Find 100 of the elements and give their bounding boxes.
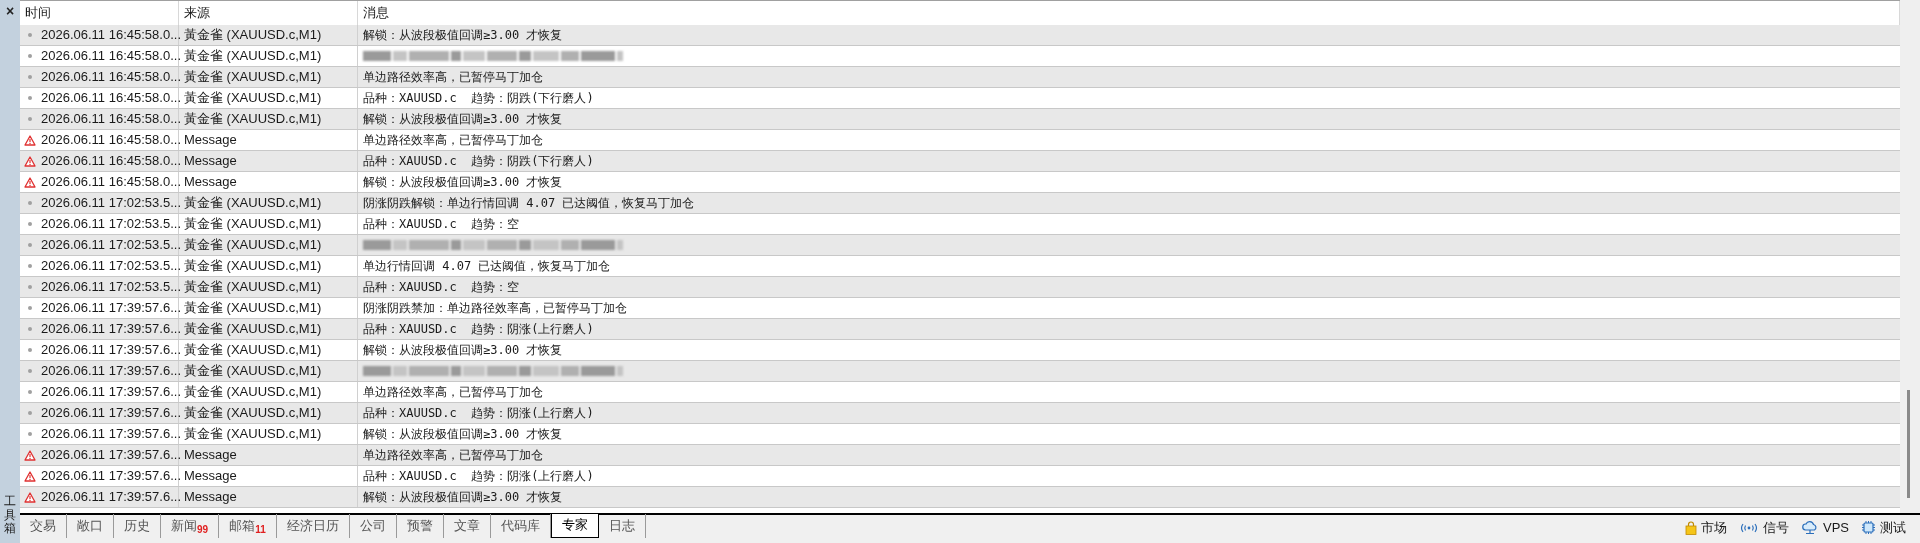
source-cell-text: Message — [184, 467, 237, 486]
log-row[interactable]: 2026.06.11 17:39:57.6... Message 单边路径效率高，已暂停马丁加仓 — [20, 445, 1900, 466]
source-cell-text: 黃金雀 (XAUUSD.c,M1) — [184, 194, 322, 213]
source-cell-text: 黃金雀 (XAUUSD.c,M1) — [184, 299, 322, 318]
log-row[interactable]: 2026.06.11 16:45:58.0... 黃金雀 (XAUUSD.c,M1) 单边路径效率高，已暂停马丁加仓 — [20, 67, 1900, 88]
source-cell-text: 黃金雀 (XAUUSD.c,M1) — [184, 110, 322, 129]
message-cell-text: 品种：XAUUSD.c 趋势：空 — [363, 216, 520, 233]
log-row[interactable]: 2026.06.11 17:02:53.5... 黃金雀 (XAUUSD.c,M1) — [20, 235, 1900, 256]
log-row[interactable]: 2026.06.11 16:45:58.0... Message 解锁：从波段极值回调≥3.00 才恢复 — [20, 172, 1900, 193]
source-cell-text: 黃金雀 (XAUUSD.c,M1) — [184, 47, 322, 66]
count-label: 99 — [197, 525, 209, 535]
log-row[interactable]: 2026.06.11 17:39:57.6... 黃金雀 (XAUUSD.c,M1) 品种：XAUUSD.c 趋势：阴涨(上行磨人) — [20, 403, 1900, 424]
status-button[interactable]: VPS — [1801, 517, 1849, 538]
time-cell-text: 2026.06.11 16:45:58.0... — [41, 173, 181, 192]
time-cell-text: 2026.06.11 16:45:58.0... — [41, 47, 181, 66]
message-cell-text: 品种：XAUUSD.c 趋势：阴跌(下行磨人) — [363, 90, 594, 107]
log-row[interactable]: 2026.06.11 16:45:58.0... Message 品种：XAUUSD.c 趋势：阴跌(下行磨人) — [20, 151, 1900, 172]
warning-icon — [24, 176, 36, 188]
log-row[interactable]: 2026.06.11 17:39:57.6... 黃金雀 (XAUUSD.c,M1) 解锁：从波段极值回调≥3.00 才恢复 — [20, 340, 1900, 361]
source-cell-text: 黃金雀 (XAUUSD.c,M1) — [184, 89, 322, 108]
message-cell-text: 单边路径效率高，已暂停马丁加仓 — [363, 69, 543, 86]
close-button[interactable]: × — [5, 4, 15, 18]
source-cell-text: 黃金雀 (XAUUSD.c,M1) — [184, 320, 322, 339]
source-cell-text: 黃金雀 (XAUUSD.c,M1) — [184, 236, 322, 255]
log-row[interactable]: 2026.06.11 16:45:58.0... 黃金雀 (XAUUSD.c,M1) 解锁：从波段极值回调≥3.00 才恢复 — [20, 109, 1900, 130]
time-cell-text: 2026.06.11 17:39:57.6... — [41, 320, 181, 339]
time-cell-text: 2026.06.11 16:45:58.0... — [41, 152, 181, 171]
source-cell-text: 黃金雀 (XAUUSD.c,M1) — [184, 404, 322, 423]
time-cell-text: 2026.06.11 17:02:53.5... — [41, 278, 181, 297]
log-row[interactable]: 2026.06.11 17:39:57.6... 黃金雀 (XAUUSD.c,M1) 解锁：从波段极值回调≥3.00 才恢复 — [20, 424, 1900, 445]
time-cell-text: 2026.06.11 17:39:57.6... — [41, 299, 181, 318]
message-cell-text: 品种：XAUUSD.c 趋势：阴涨(上行磨人) — [363, 468, 594, 485]
tab[interactable]: 交易 — [20, 514, 67, 538]
message-cell-text: 品种：XAUUSD.c 趋势：阴跌(下行磨人) — [363, 153, 594, 170]
tab[interactable]: 历史 — [114, 514, 161, 538]
source-cell-text: 黃金雀 (XAUUSD.c,M1) — [184, 341, 322, 360]
message-cell-text: 解锁：从波段极值回调≥3.00 才恢复 — [363, 174, 563, 191]
time-cell-text: 2026.06.11 16:45:58.0... — [41, 26, 181, 45]
log-row[interactable]: 2026.06.11 17:39:57.6... Message 解锁：从波段极值回调≥3.00 才恢复 — [20, 487, 1900, 508]
log-row[interactable]: 2026.06.11 17:39:57.6... 黃金雀 (XAUUSD.c,M1) 单边路径效率高，已暂停马丁加仓 — [20, 382, 1900, 403]
tab[interactable]: 日志 — [598, 514, 646, 538]
time-cell-text: 2026.06.11 17:39:57.6... — [41, 383, 181, 402]
message-cell-text: 单边路径效率高，已暂停马丁加仓 — [363, 384, 543, 401]
log-row[interactable]: 2026.06.11 16:45:58.0... Message 单边路径效率高，已暂停马丁加仓 — [20, 130, 1900, 151]
log-row[interactable]: 2026.06.11 16:45:58.0... 黃金雀 (XAUUSD.c,M1) — [20, 46, 1900, 67]
time-cell-text: 2026.06.11 17:39:57.6... — [41, 362, 181, 381]
log-row[interactable]: 2026.06.11 17:02:53.5... 黃金雀 (XAUUSD.c,M1) 品种：XAUUSD.c 趋势：空 — [20, 277, 1900, 298]
time-cell-text: 2026.06.11 16:45:58.0... — [41, 68, 181, 87]
message-cell-text: 解锁：从波段极值回调≥3.00 才恢复 — [363, 426, 563, 443]
message-cell-text: 阴涨阴跌解锁：单边行情回调 4.07 已达阈值，恢复马丁加仓 — [363, 195, 695, 212]
time-cell-text: 2026.06.11 17:39:57.6... — [41, 425, 181, 444]
source-cell-text: 黃金雀 (XAUUSD.c,M1) — [184, 362, 322, 381]
message-cell-text: 品种：XAUUSD.c 趋势：阴涨(上行磨人) — [363, 321, 594, 338]
time-cell-text: 2026.06.11 17:02:53.5... — [41, 236, 181, 255]
message-cell-text: 解锁：从波段极值回调≥3.00 才恢复 — [363, 342, 563, 359]
status-button[interactable]: 测试 — [1861, 517, 1906, 538]
source-cell-text: 黃金雀 (XAUUSD.c,M1) — [184, 257, 322, 276]
tab[interactable]: 敞口 — [67, 514, 114, 538]
log-row[interactable]: 2026.06.11 16:45:58.0... 黃金雀 (XAUUSD.c,M1) 品种：XAUUSD.c 趋势：阴跌(下行磨人) — [20, 88, 1900, 109]
log-row[interactable]: 2026.06.11 17:39:57.6... Message 品种：XAUUSD.c 趋势：阴涨(上行磨人) — [20, 466, 1900, 487]
tab[interactable]: 专家 — [550, 514, 599, 538]
time-cell-text: 2026.06.11 17:39:57.6... — [41, 467, 181, 486]
scrollbar[interactable] — [1900, 0, 1920, 513]
warning-icon — [24, 155, 36, 167]
log-row[interactable]: 2026.06.11 17:02:53.5... 黃金雀 (XAUUSD.c,M1) 阴涨阴跌解锁：单边行情回调 4.07 已达阈值，恢复马丁加仓 — [20, 193, 1900, 214]
source-cell-text: 黃金雀 (XAUUSD.c,M1) — [184, 425, 322, 444]
shopping-bag-icon — [1685, 520, 1697, 535]
warning-icon — [24, 491, 36, 503]
log-row[interactable]: 2026.06.11 17:39:57.6... 黃金雀 (XAUUSD.c,M1) 阴涨阴跌禁加：单边路径效率高，已暂停马丁加仓 — [20, 298, 1900, 319]
message-cell-text: 单边路径效率高，已暂停马丁加仓 — [363, 447, 543, 464]
status-button[interactable]: 信号 — [1739, 517, 1789, 538]
source-cell-text: Message — [184, 152, 237, 171]
source-cell-text: Message — [184, 446, 237, 465]
source-cell-text: Message — [184, 488, 237, 507]
cloud-icon — [1801, 520, 1819, 535]
log-row[interactable]: 2026.06.11 17:39:57.6... 黃金雀 (XAUUSD.c,M1) — [20, 361, 1900, 382]
warning-icon — [24, 470, 36, 482]
log-row[interactable]: 2026.06.11 17:02:53.5... 黃金雀 (XAUUSD.c,M1) 单边行情回调 4.07 已达阈值，恢复马丁加仓 — [20, 256, 1900, 277]
message-cell-text: 单边路径效率高，已暂停马丁加仓 — [363, 132, 543, 149]
log-row[interactable]: 2026.06.11 16:45:58.0... 黃金雀 (XAUUSD.c,M1) 解锁：从波段极值回调≥3.00 才恢复 — [20, 25, 1900, 46]
log-row[interactable]: 2026.06.11 17:02:53.5... 黃金雀 (XAUUSD.c,M1) 品种：XAUUSD.c 趋势：空 — [20, 214, 1900, 235]
source-cell-text: Message — [184, 173, 237, 192]
log-row[interactable]: 2026.06.11 17:39:57.6... 黃金雀 (XAUUSD.c,M1) 品种：XAUUSD.c 趋势：阴涨(上行磨人) — [20, 319, 1900, 340]
status-button[interactable]: 市场 — [1685, 517, 1727, 538]
chip-icon — [1861, 520, 1876, 535]
tab[interactable]: 公司 — [349, 514, 397, 538]
message-cell-text: 解锁：从波段极值回调≥3.00 才恢复 — [363, 111, 563, 128]
message-cell-text: 阴涨阴跌禁加：单边路径效率高，已暂停马丁加仓 — [363, 300, 627, 317]
tab[interactable]: 代码库 — [490, 514, 551, 538]
message-cell-text: 解锁：从波段极值回调≥3.00 才恢复 — [363, 489, 563, 506]
warning-icon — [24, 134, 36, 146]
message-cell-text: 品种：XAUUSD.c 趋势：阴涨(上行磨人) — [363, 405, 594, 422]
toolbox-title: 工具箱 — [4, 495, 16, 535]
source-cell-text: 黃金雀 (XAUUSD.c,M1) — [184, 278, 322, 297]
tab[interactable]: 预警 — [396, 514, 444, 538]
tab[interactable]: 文章 — [443, 514, 491, 538]
tab[interactable]: 经济日历 — [276, 514, 350, 538]
source-cell-text: 黃金雀 (XAUUSD.c,M1) — [184, 383, 322, 402]
message-cell-text: 解锁：从波段极值回调≥3.00 才恢复 — [363, 27, 563, 44]
time-cell-text: 2026.06.11 17:39:57.6... — [41, 404, 181, 423]
